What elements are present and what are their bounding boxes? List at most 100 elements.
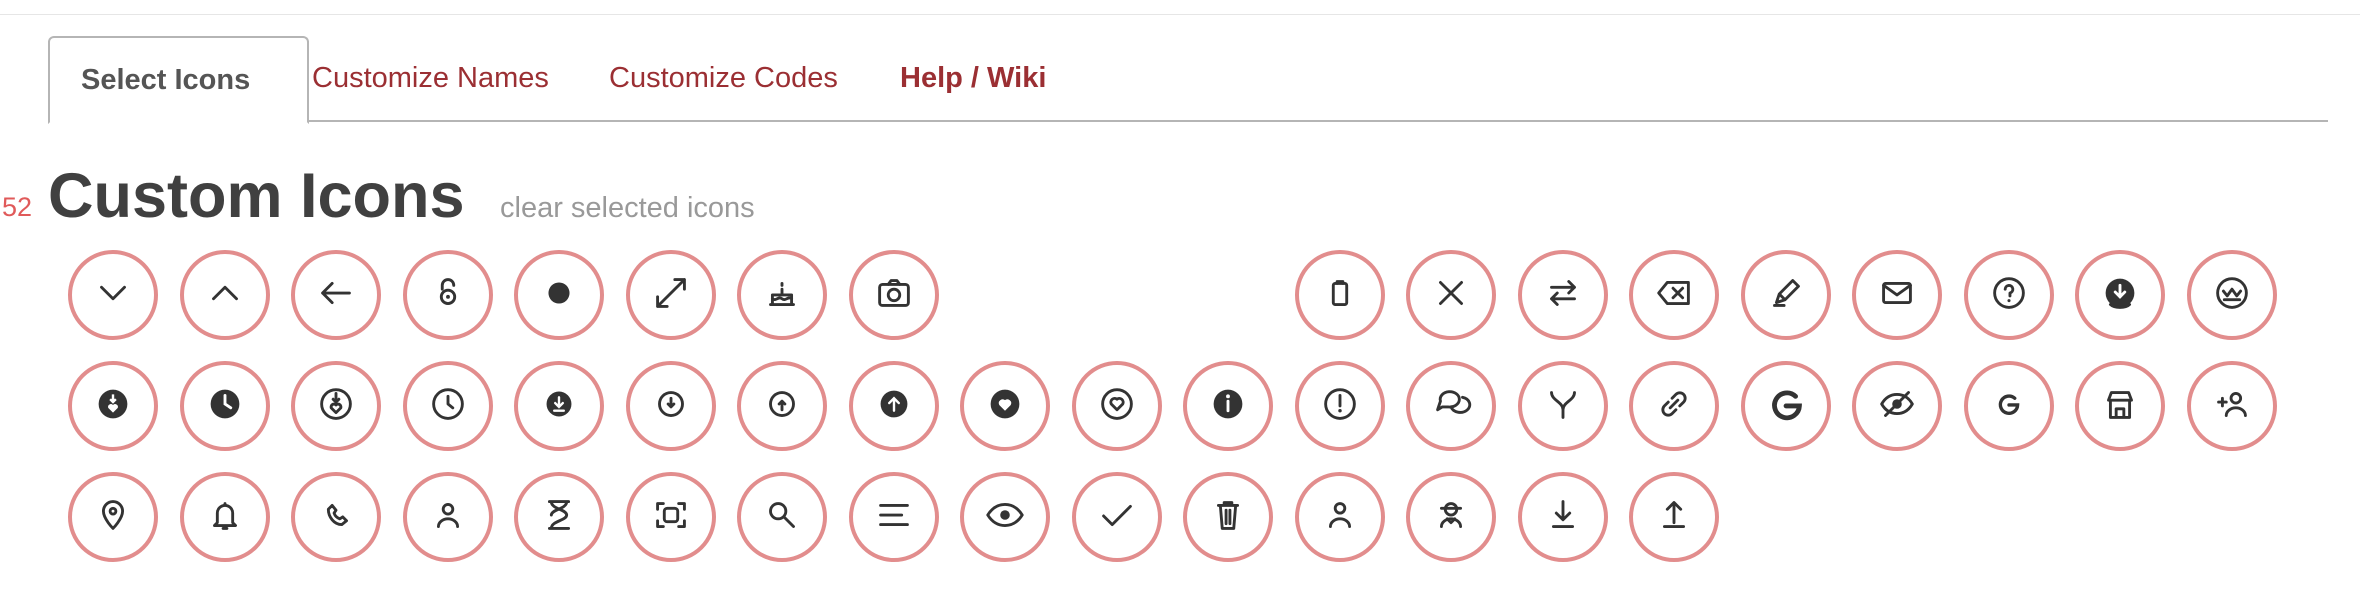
icon-button[interactable] [1629,472,1719,562]
icon-button[interactable] [737,250,827,340]
user-icon [425,492,471,543]
google-icon [1763,381,1809,432]
download-circle-icon [648,381,694,432]
eye-icon [982,492,1028,543]
icon-grid [0,0,2360,604]
icon-button[interactable] [2075,250,2165,340]
icon-button[interactable] [1072,361,1162,451]
icon-button[interactable] [1518,472,1608,562]
search-icon [759,492,805,543]
icon-button[interactable] [1406,250,1496,340]
eye-off-icon [1874,381,1920,432]
add-user-icon [2209,381,2255,432]
icon-button[interactable] [849,361,939,451]
chat-icon [1428,381,1474,432]
icon-button[interactable] [403,472,493,562]
icon-button[interactable] [291,361,381,451]
info-circle-filled-icon [1205,381,1251,432]
crown-circle-icon [2209,270,2255,321]
heart-circle-filled-icon [982,381,1028,432]
expand-icon [648,270,694,321]
icon-button[interactable] [1295,250,1385,340]
icon-button[interactable] [1295,472,1385,562]
bell-icon [202,492,248,543]
check-icon [1094,492,1140,543]
cake-icon [759,270,805,321]
heart-down-circle-filled-icon [90,381,136,432]
clock-filled-icon [202,381,248,432]
icon-button[interactable] [1852,250,1942,340]
icon-button[interactable] [68,361,158,451]
icon-button[interactable] [1629,361,1719,451]
menu-icon [871,492,917,543]
heart-circle-icon [1094,381,1140,432]
icon-button[interactable] [1964,250,2054,340]
person-icon [1317,492,1363,543]
icon-button[interactable] [2075,361,2165,451]
icon-button[interactable] [180,361,270,451]
info-circle-icon [1317,381,1363,432]
icon-button[interactable] [180,250,270,340]
icon-button[interactable] [1406,472,1496,562]
camera-icon [871,270,917,321]
record-icon [536,270,582,321]
location-icon [90,492,136,543]
icon-button[interactable] [849,250,939,340]
arrow-left-icon [313,270,359,321]
icon-button[interactable] [514,250,604,340]
icon-button[interactable] [849,472,939,562]
icon-button[interactable] [1183,361,1273,451]
icon-button[interactable] [960,361,1050,451]
icon-button[interactable] [1183,472,1273,562]
help-circle-icon [1986,270,2032,321]
link-icon [1651,381,1697,432]
store-icon [2097,381,2143,432]
icon-button[interactable] [1964,361,2054,451]
icon-button[interactable] [2187,250,2277,340]
icon-button[interactable] [1406,361,1496,451]
icon-button[interactable] [1295,361,1385,451]
icon-button[interactable] [960,472,1050,562]
icon-button[interactable] [1852,361,1942,451]
icon-button[interactable] [1072,472,1162,562]
edit-icon [1763,270,1809,321]
chevron-down-icon [90,270,136,321]
heart-down-circle-icon [313,381,359,432]
download-circle-filled-small-icon [536,381,582,432]
icon-button[interactable] [514,361,604,451]
google-small-icon [1986,381,2032,432]
icon-button[interactable] [68,472,158,562]
upload-icon [1651,492,1697,543]
icon-button[interactable] [1741,250,1831,340]
icon-button[interactable] [626,361,716,451]
icon-button[interactable] [626,472,716,562]
icon-button[interactable] [403,361,493,451]
icon-button[interactable] [626,250,716,340]
icon-button[interactable] [180,472,270,562]
chevron-up-icon [202,270,248,321]
icon-button[interactable] [737,361,827,451]
trash-icon [1205,492,1251,543]
icon-button[interactable] [1518,250,1608,340]
clock-icon [425,381,471,432]
face-scan-icon [648,492,694,543]
icon-button[interactable] [1518,361,1608,451]
icon-button[interactable] [68,250,158,340]
icon-button[interactable] [2187,361,2277,451]
icon-button[interactable] [1629,250,1719,340]
icon-button[interactable] [737,472,827,562]
upload-circle-filled-icon [871,381,917,432]
mail-icon [1874,270,1920,321]
icon-button[interactable] [291,250,381,340]
spy-icon [1428,492,1474,543]
clipboard-icon [1317,270,1363,321]
download-icon [1540,492,1586,543]
swap-icon [1540,270,1586,321]
icon-button[interactable] [514,472,604,562]
upload-circle-small-icon [759,381,805,432]
close-icon [1428,270,1474,321]
icon-button[interactable] [403,250,493,340]
phone-icon [313,492,359,543]
icon-button[interactable] [291,472,381,562]
icon-button[interactable] [1741,361,1831,451]
